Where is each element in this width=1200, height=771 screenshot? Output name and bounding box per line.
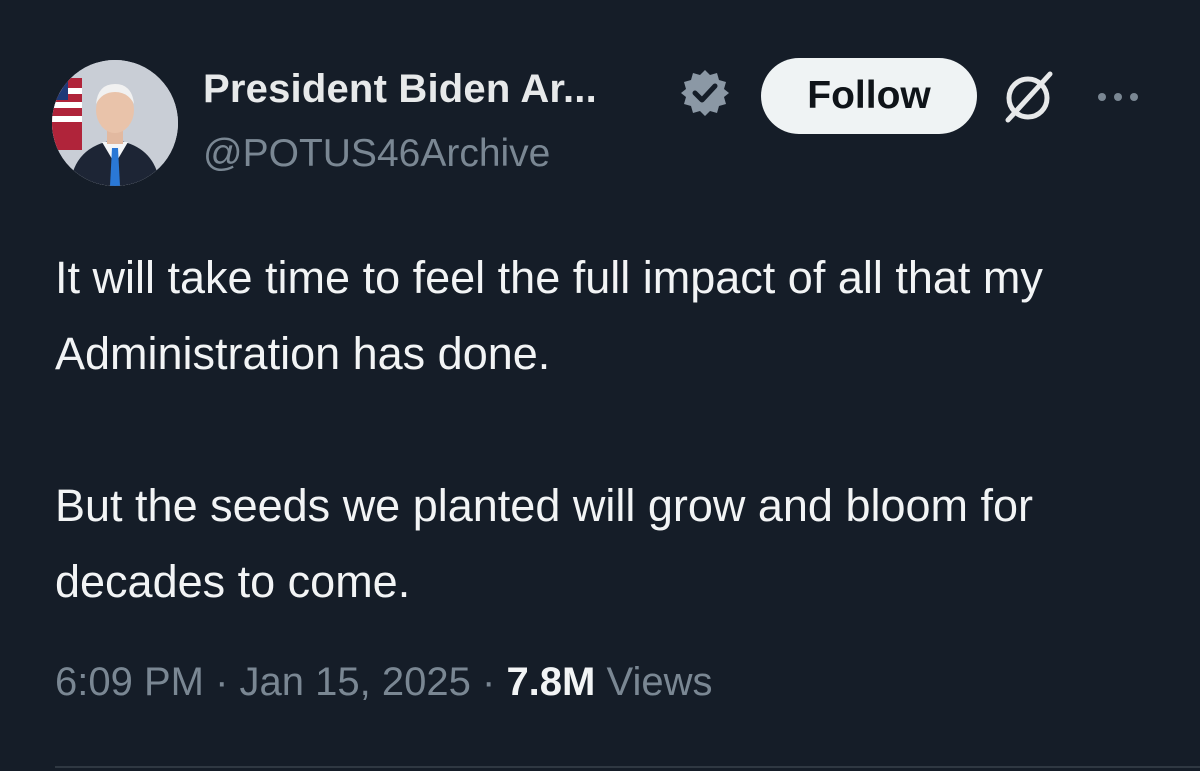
avatar-portrait <box>52 60 178 186</box>
author-handle[interactable]: @POTUS46Archive <box>203 132 550 176</box>
more-icon[interactable] <box>1094 82 1142 112</box>
author-display-name[interactable]: President Biden Ar... <box>203 67 597 112</box>
views-label: Views <box>606 660 713 704</box>
verified-badge-icon[interactable] <box>680 68 730 118</box>
tweet-paragraph: It will take time to feel the full impac… <box>55 252 1043 379</box>
tweet-paragraph: But the seeds we planted will grow and b… <box>55 480 1034 607</box>
meta-separator: · <box>481 660 496 704</box>
tweet-date[interactable]: Jan 15, 2025 <box>240 660 471 704</box>
tweet-meta: 6:09 PM · Jan 15, 2025 · 7.8M Views <box>55 660 712 705</box>
grok-icon[interactable] <box>1000 70 1056 126</box>
tweet-time[interactable]: 6:09 PM <box>55 660 204 704</box>
avatar[interactable] <box>52 60 178 186</box>
views-count[interactable]: 7.8M <box>506 660 595 704</box>
divider <box>55 766 1200 768</box>
meta-separator: · <box>215 660 229 704</box>
tweet-card: President Biden Ar... @POTUS46Archive Fo… <box>0 0 1200 771</box>
tweet-text: It will take time to feel the full impac… <box>55 240 1155 620</box>
follow-button[interactable]: Follow <box>761 58 977 134</box>
